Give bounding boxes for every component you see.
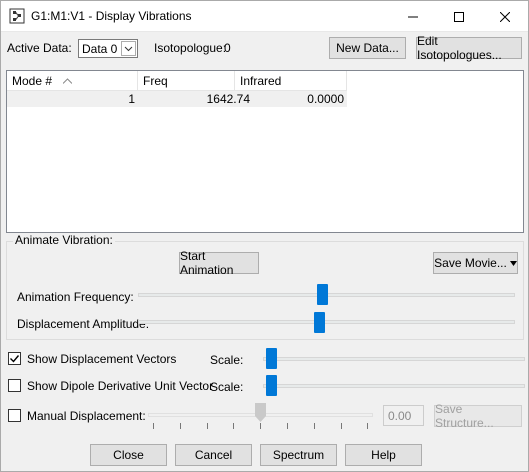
save-movie-button[interactable]: Save Movie... [433,252,518,274]
dropdown-arrow-icon [509,260,517,266]
animation-frequency-label: Animation Frequency: [17,290,134,304]
column-header-label: Freq [143,74,168,88]
slider-tick [207,423,208,429]
manual-displacement-slider [255,403,266,422]
displacement-scale-track[interactable] [263,357,525,361]
column-header-label: Mode # [12,74,53,88]
cancel-button[interactable]: Cancel [175,444,252,466]
manual-displacement-checkbox[interactable] [8,409,21,422]
active-data-label: Active Data: [7,41,72,55]
spectrum-button[interactable]: Spectrum [260,444,337,466]
cell-infrared: 0.0000 [307,92,344,106]
minimize-button[interactable] [390,1,436,32]
cell-mode: 1 [128,92,135,106]
window-title: G1:M1:V1 - Display Vibrations [31,9,192,23]
column-header-freq[interactable]: Freq [138,71,235,91]
slider-tick [287,423,288,429]
show-dipole-checkbox[interactable] [8,379,21,392]
maximize-icon [454,11,464,22]
show-dipole-label[interactable]: Show Dipole Derivative Unit Vector [27,379,213,393]
start-animation-button[interactable]: Start Animation [179,249,259,277]
show-displacement-vectors-checkbox[interactable] [8,352,21,365]
active-data-select[interactable]: Data 0 [78,39,138,58]
new-data-button[interactable]: New Data... [329,37,406,59]
sort-ascending-icon [63,78,72,84]
slider-tick [180,423,181,429]
isotopologue-value: 0 [224,41,231,55]
close-window-button[interactable] [482,1,528,32]
save-structure-button[interactable]: Save Structure... [434,402,522,430]
close-icon [500,11,510,22]
slider-tick [260,423,261,429]
vibrations-table[interactable]: Mode # Freq Infrared 1 1642.74 0.0000 [6,70,524,233]
slider-tick [341,423,342,429]
dipole-scale-track[interactable] [263,384,525,388]
table-header: Mode # Freq Infrared [7,71,347,91]
display-vibrations-window: G1:M1:V1 - Display Vibrations Active Dat… [0,0,529,472]
displacement-scale-slider[interactable] [266,348,277,369]
show-displacement-vectors-label[interactable]: Show Displacement Vectors [27,352,176,366]
displacement-amplitude-label: Displacement Amplitude: [17,317,150,331]
help-button[interactable]: Help [345,444,422,466]
checkmark-icon [10,355,20,363]
dipole-scale-slider[interactable] [266,375,277,396]
column-header-label: Infrared [240,74,282,88]
animation-frequency-slider[interactable] [317,284,328,305]
slider-tick [153,423,154,429]
manual-displacement-field[interactable]: 0.00 [383,405,424,426]
close-button[interactable]: Close [90,444,167,466]
isotopologue-label: Isotopologue: [154,41,227,55]
title-bar[interactable]: G1:M1:V1 - Display Vibrations [1,1,528,32]
slider-tick [367,423,368,429]
gaussview-app-icon [9,8,25,24]
displacement-amplitude-track[interactable] [138,320,515,324]
animate-vibration-title: Animate Vibration: [13,233,115,247]
active-data-value: Data 0 [82,42,118,56]
edit-isotopologues-button[interactable]: Edit Isotopologues... [416,34,522,62]
manual-displacement-label[interactable]: Manual Displacement: [27,409,146,423]
slider-tick [314,423,315,429]
minimize-icon [408,16,418,17]
chevron-down-icon[interactable] [121,41,136,56]
displacement-amplitude-slider[interactable] [314,312,325,333]
slider-tick [233,423,234,429]
displacement-scale-label: Scale: [210,353,244,367]
column-header-infrared[interactable]: Infrared [235,71,347,91]
table-row[interactable]: 1 1642.74 0.0000 [7,91,347,107]
dipole-scale-label: Scale: [210,380,244,394]
save-movie-label: Save Movie... [434,256,507,270]
column-header-mode[interactable]: Mode # [7,71,138,91]
cell-freq: 1642.74 [206,92,250,106]
maximize-button[interactable] [436,1,482,32]
